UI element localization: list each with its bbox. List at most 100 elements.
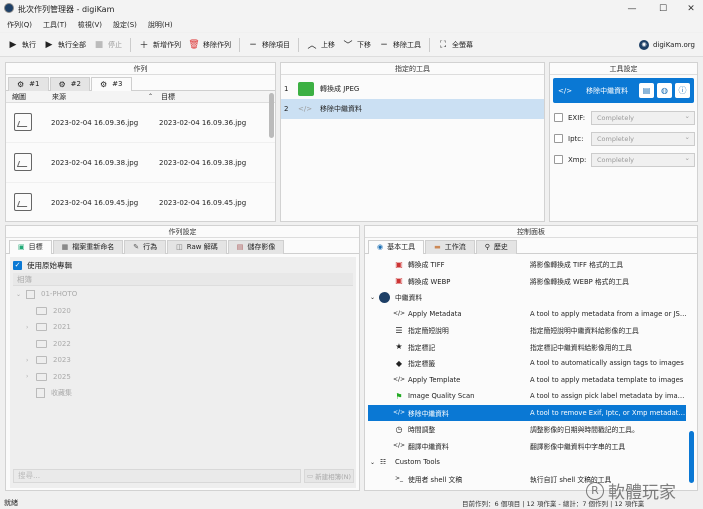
album-tree-item[interactable]: › 2025 — [16, 369, 356, 386]
album-label: 2021 — [53, 323, 71, 332]
album-tree-item[interactable]: 2020 — [16, 303, 356, 320]
tool-description: 將影像轉換成 WEBP 格式的工具 — [530, 277, 629, 286]
queue-tabs: ⚙ #1 ⚙ #2 ⚙ #3 — [6, 75, 275, 91]
tab-label: 檔案重新命名 — [72, 243, 115, 251]
star-icon: ★ — [395, 342, 403, 352]
menu-tools[interactable]: 工具(T) — [43, 20, 67, 30]
album-search-input[interactable]: 搜尋... — [13, 469, 301, 483]
exif-label: EXIF: — [568, 113, 586, 122]
run-all-button[interactable]: ▶ 執行全部 — [44, 34, 86, 56]
queue-tab-1[interactable]: ⚙ #1 — [8, 76, 49, 91]
tool-row-assign-caption[interactable]: ☰ 指定簡短說明 指定簡短說明中繼資料給影像的工具 — [368, 322, 686, 339]
album-tree-item[interactable]: 收藏集 — [16, 385, 356, 402]
tool-name: Apply Template — [408, 375, 461, 384]
tool-row-remove-metadata[interactable]: </> 移除中繼資料 A tool to remove Exif, Iptc, or… — [368, 404, 686, 421]
queue-row[interactable]: 2023-02-04 16.09.36.jpg 2023-02-04 16.09… — [6, 103, 275, 143]
tool-description: 翻譯影像中繼資料中字串的工具 — [530, 442, 626, 451]
exif-checkbox[interactable] — [554, 113, 563, 122]
tab-label: 行為 — [143, 243, 158, 251]
tool-group-metadata[interactable]: ⌄ 中繼資料 — [368, 289, 686, 306]
tool-row-time-adjust[interactable]: ◷ 時間調整 調整影像的日期與時間戳記的工具。 — [368, 421, 686, 438]
info-icon[interactable]: ⓘ — [675, 83, 690, 98]
iptc-label: Iptc: — [568, 134, 584, 143]
tab-raw-decoding[interactable]: ◫ Raw 解碼 — [167, 239, 227, 254]
folder-icon — [36, 323, 47, 332]
watermark-logo-icon: R — [586, 481, 604, 500]
globe-icon[interactable]: ◍ — [657, 83, 672, 98]
tool-row-apply-template[interactable]: </> Apply Template A tool to apply metadat… — [368, 372, 686, 389]
assigned-tool-row-selected[interactable]: 2 </> 移除中繼資料 — [281, 99, 544, 119]
fullscreen-button[interactable]: ⛶ 全螢幕 — [438, 34, 473, 56]
queue-tab-label: #1 — [29, 80, 40, 88]
column-thumbnail[interactable]: 縮圖 — [12, 91, 26, 103]
minus-icon: − — [380, 39, 388, 50]
chevron-down-icon: ⌄ — [370, 458, 376, 466]
album-tree: ⌄ 01-PHOTO 2020 › 2021 2022 › 2023 › 2025 收藏… — [10, 286, 356, 402]
tab-workflow[interactable]: ▬ 工作流 — [425, 239, 475, 254]
tab-label: 儲存影像 — [247, 243, 276, 251]
column-target[interactable]: 目標 — [161, 91, 175, 103]
tool-row-convert-webp[interactable]: ▣ 轉換成 WEBP 將影像轉換成 WEBP 格式的工具 — [368, 273, 686, 290]
tab-rename[interactable]: ▦ 檔案重新命名 — [52, 239, 124, 254]
close-button[interactable]: ✕ — [679, 2, 703, 16]
menu-settings[interactable]: 設定(S) — [113, 20, 137, 30]
remove-tool-button[interactable]: − 移除工具 — [379, 34, 421, 56]
remove-queue-button[interactable]: 🗑 移除作列 — [188, 34, 231, 56]
menu-help[interactable]: 說明(H) — [148, 20, 173, 30]
digikam-logo-icon: ◉ — [377, 243, 384, 251]
custom-tools-icon: ☷ — [380, 458, 387, 467]
menu-view[interactable]: 檢視(V) — [78, 20, 102, 30]
tool-row-assign-rating[interactable]: ★ 指定標記 指定標記中繼資料給影像用的工具 — [368, 339, 686, 356]
tool-row-apply-metadata[interactable]: </> Apply Metadata A tool to apply metadat… — [368, 306, 686, 323]
tab-base-tools[interactable]: ◉ 基本工具 — [368, 239, 425, 254]
tool-row-image-quality-scan[interactable]: ⚑ Image Quality Scan A tool to assign pick… — [368, 388, 686, 405]
assigned-tool-row[interactable]: 1 轉換成 JPEG — [281, 79, 544, 99]
maximize-button[interactable]: ☐ — [651, 2, 675, 16]
album-tree-item[interactable]: › 2021 — [16, 319, 356, 336]
tab-save-images[interactable]: ▤ 儲存影像 — [227, 239, 285, 254]
iptc-select[interactable]: Completely — [591, 131, 695, 146]
use-original-album-option[interactable]: ✓ 使用原始專輯 — [10, 257, 356, 273]
tool-description: 將影像轉換成 TIFF 格式的工具 — [530, 261, 624, 270]
album-tree-item[interactable]: › 2023 — [16, 352, 356, 369]
column-source[interactable]: 來源 — [52, 91, 66, 103]
queue-row[interactable]: 2023-02-04 16.09.38.jpg 2023-02-04 16.09… — [6, 143, 275, 183]
digikam-logo-icon — [379, 291, 390, 303]
tab-behavior[interactable]: ✎ 行為 — [124, 239, 167, 254]
use-original-album-label: 使用原始專輯 — [27, 260, 72, 270]
stop-button[interactable]: ■ 停止 — [94, 34, 122, 56]
xmp-checkbox[interactable] — [554, 155, 563, 164]
image-convert-icon: ▣ — [395, 259, 403, 269]
iptc-checkbox[interactable] — [554, 134, 563, 143]
move-up-button[interactable]: ︿ 上移 — [307, 34, 335, 56]
tool-row-translate-metadata[interactable]: </> 翻譯中繼資料 翻譯影像中繼資料中字串的工具 — [368, 438, 686, 455]
tab-history[interactable]: ⚲ 歷史 — [475, 239, 517, 254]
minimize-button[interactable]: — — [620, 2, 644, 16]
tool-list-scrollbar[interactable] — [689, 431, 694, 483]
image-placeholder-icon — [14, 193, 32, 211]
album-label: 2023 — [53, 356, 71, 365]
tool-row-convert-tiff[interactable]: ▣ 轉換成 TIFF 將影像轉換成 TIFF 格式的工具 — [368, 256, 686, 273]
queue-tab-2[interactable]: ⚙ #2 — [49, 76, 90, 91]
tool-name: 轉換成 TIFF — [408, 261, 445, 270]
tool-row-assign-tags[interactable]: ◆ 指定標籤 A tool to automatically assign tags… — [368, 355, 686, 372]
tool-group-custom-tools[interactable]: ⌄ ☷ Custom Tools — [368, 454, 686, 471]
tab-target[interactable]: ▣ 目標 — [9, 239, 52, 254]
queue-row[interactable]: 2023-02-04 16.09.45.jpg 2023-02-04 16.09… — [6, 183, 275, 223]
xmp-select[interactable]: Completely — [591, 152, 695, 167]
remove-item-button[interactable]: − 移除項目 — [248, 34, 290, 56]
exif-select[interactable]: Completely — [591, 110, 695, 125]
control-panel: 控制面板 ◉ 基本工具 ▬ 工作流 ⚲ 歷史 ▣ 轉換成 TIFF 將影像轉換成 TIFF… — [364, 225, 698, 491]
queue-scrollbar[interactable] — [269, 93, 274, 138]
run-button[interactable]: ▶ 執行 — [8, 34, 36, 56]
menu-queue[interactable]: 作列(Q) — [7, 20, 32, 30]
new-album-button[interactable]: ▭ 新建相簿(N) — [304, 469, 354, 483]
move-down-button[interactable]: ﹀ 下移 — [343, 34, 371, 56]
album-tree-root[interactable]: ⌄ 01-PHOTO — [16, 286, 356, 303]
new-queue-button[interactable]: ＋ 新增作列 — [139, 34, 181, 56]
digikam-brand[interactable]: ◉ digiKam.org — [638, 34, 695, 56]
queue-tab-3[interactable]: ⚙ #3 — [91, 76, 132, 91]
document-icon[interactable]: ▤ — [639, 83, 654, 98]
checkmark-icon: ✓ — [13, 260, 22, 270]
album-tree-item[interactable]: 2022 — [16, 336, 356, 353]
